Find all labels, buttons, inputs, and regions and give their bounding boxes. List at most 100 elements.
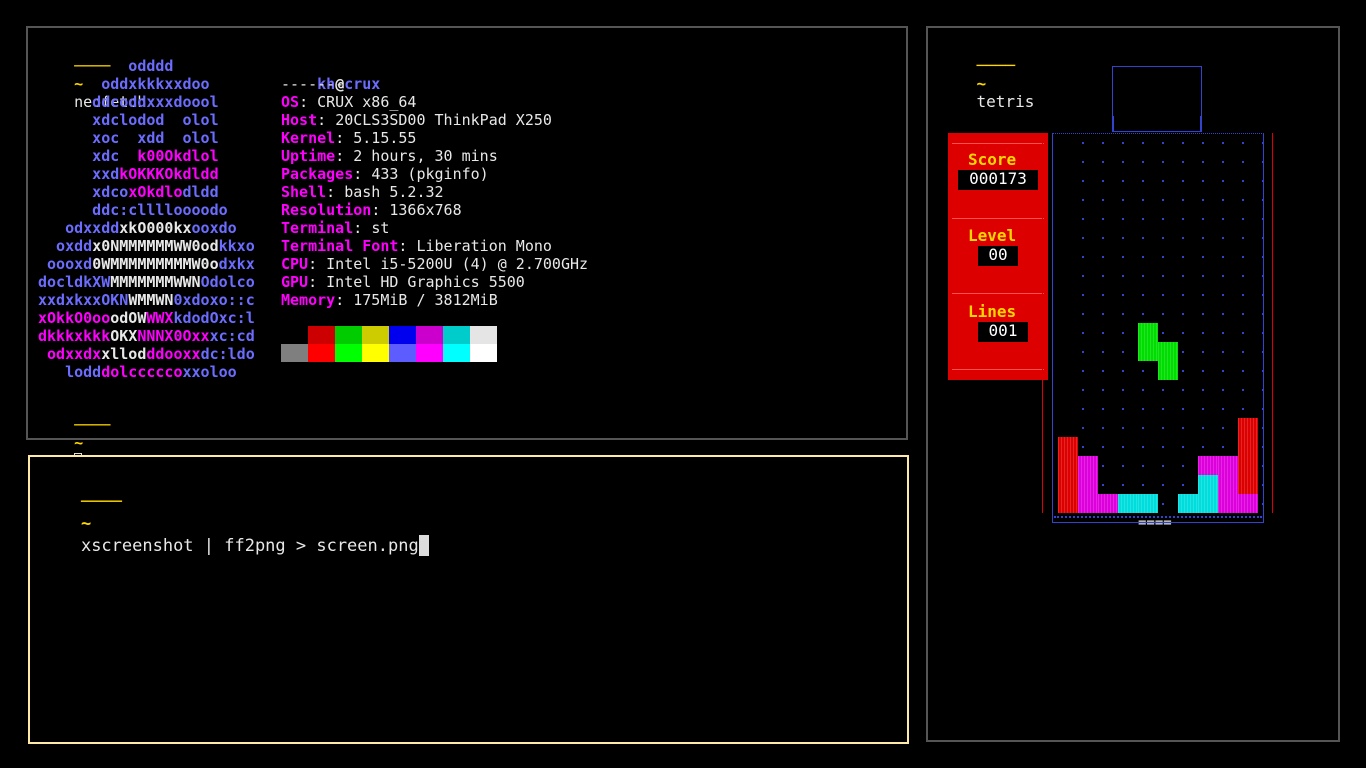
well-grid-dot — [1182, 275, 1184, 277]
info-value: CRUX x86_64 — [317, 93, 417, 111]
well-grid-dot — [1142, 256, 1144, 258]
logo-fragment: docldkXW — [38, 273, 111, 291]
well-grid-dot — [1082, 161, 1084, 163]
info-row: Host: 20CLS3SD00 ThinkPad X250 — [281, 111, 552, 129]
well-grid-dot — [1242, 332, 1244, 334]
logo-fragment: MMMMMMMWWN — [110, 273, 201, 291]
well-grid-dot — [1262, 275, 1264, 277]
logo-fragment: dldd — [182, 183, 219, 201]
well-grid-dot — [1162, 275, 1164, 277]
well-grid-dot — [1102, 199, 1104, 201]
well-grid-dot — [1082, 370, 1084, 372]
shell-terminal-window[interactable]: ──── ~ xscreenshot | ff2png > screen.png — [28, 455, 909, 744]
well-grid-dot — [1162, 465, 1164, 467]
info-value: 1366x768 — [389, 201, 462, 219]
well-grid-dot — [1262, 161, 1264, 163]
logo-fragment: xOkkO0oo — [38, 309, 111, 327]
logo-line: docldkXWMMMMMMMWWNOdolco — [38, 273, 255, 291]
logo-fragment: xoc xdd olol — [38, 129, 219, 147]
palette-swatch — [281, 344, 308, 362]
info-row: Terminal Font: Liberation Mono — [281, 237, 552, 255]
palette-swatch — [335, 344, 362, 362]
hostname: crux — [344, 75, 381, 93]
info-colon: : — [335, 129, 354, 147]
info-value: bash 5.2.32 — [344, 183, 444, 201]
well-grid-dot — [1122, 408, 1124, 410]
logo-line: xxdxkxxOKNWMMWN0xdoxo::c — [38, 291, 255, 309]
lines-value: 001 — [978, 322, 1028, 342]
well-grid-dot — [1222, 237, 1224, 239]
info-row: GPU: Intel HD Graphics 5500 — [281, 273, 525, 291]
neofetch-terminal-window[interactable]: ──── ~ neofetch odddd oddxkkkxxdoo ddcod… — [26, 26, 908, 469]
palette-swatch — [470, 326, 497, 344]
shell-prompt-line[interactable]: ──── ~ xscreenshot | ff2png > screen.png — [40, 469, 429, 556]
well-grid-dot — [1122, 351, 1124, 353]
logo-fragment: dkkkxkkk — [38, 327, 111, 345]
well-grid-dot — [1182, 446, 1184, 448]
locked-block — [1238, 494, 1258, 513]
well-grid-dot — [1102, 465, 1104, 467]
logo-line: xdclodod olol — [38, 111, 219, 129]
locked-block — [1098, 494, 1118, 513]
well-grid-dot — [1102, 218, 1104, 220]
well-grid-dot — [1122, 218, 1124, 220]
well-grid-dot — [1122, 370, 1124, 372]
text-cursor — [418, 535, 429, 556]
well-grid-dot — [1122, 180, 1124, 182]
well-grid-dot — [1142, 313, 1144, 315]
falling-piece-block — [1158, 342, 1178, 361]
logo-line: odxxdxxllodddooxxdc:ldo — [38, 345, 255, 363]
logo-fragment: dxkx — [218, 255, 255, 273]
well-grid-dot — [1142, 370, 1144, 372]
score-label: Score — [968, 150, 1017, 169]
info-colon: : — [353, 219, 372, 237]
logo-line: odddd — [38, 57, 173, 75]
well-grid-dot — [1102, 180, 1104, 182]
well-grid-dot — [1182, 332, 1184, 334]
well-grid-dot — [1262, 484, 1264, 486]
logo-line: dkkkxkkkOKXNNNX0Oxxxc:cd — [38, 327, 255, 345]
info-colon: : — [335, 147, 354, 165]
palette-swatch — [443, 326, 470, 344]
locked-block — [1238, 418, 1258, 437]
well-grid-dot — [1142, 446, 1144, 448]
locked-block — [1138, 494, 1158, 513]
score-panel: Score 000173 Level 00 Lines 001 — [948, 133, 1048, 380]
well-grid-dot — [1162, 332, 1164, 334]
well-grid-dot — [1202, 389, 1204, 391]
well-grid-dot — [1242, 370, 1244, 372]
well-grid-dot — [1102, 332, 1104, 334]
logo-fragment: kdodOxc:l — [173, 309, 255, 327]
well-grid-dot — [1102, 275, 1104, 277]
well-grid-dot — [1182, 389, 1184, 391]
well-grid-dot — [1082, 389, 1084, 391]
well-grid-dot — [1122, 465, 1124, 467]
info-key: OS — [281, 93, 300, 111]
logo-fragment: kOKKKOkdldd — [119, 165, 219, 183]
well-grid-dot — [1202, 408, 1204, 410]
well-grid-dot — [1082, 294, 1084, 296]
logo-line: xxdkOKKKOkdldd — [38, 165, 219, 183]
well-grid-dot — [1122, 313, 1124, 315]
well-grid-dot — [1202, 218, 1204, 220]
well-grid-dot — [1262, 256, 1264, 258]
info-value: 175MiB / 3812MiB — [353, 291, 498, 309]
well-grid-dot — [1122, 275, 1124, 277]
logo-fragment: 0WMMMMMMMMMW0o — [92, 255, 219, 273]
shell-command-input[interactable]: xscreenshot | ff2png > screen.png — [81, 536, 419, 556]
locked-block — [1218, 494, 1238, 513]
logo-fragment: k00Okdlol — [137, 147, 219, 165]
locked-block — [1198, 475, 1218, 494]
info-row: Uptime: 2 hours, 30 mins — [281, 147, 498, 165]
well-grid-dot — [1162, 427, 1164, 429]
well-grid-dot — [1262, 465, 1264, 467]
tetris-well[interactable] — [1052, 133, 1264, 523]
well-grid-dot — [1102, 446, 1104, 448]
level-value: 00 — [978, 246, 1018, 266]
logo-line: oxddx0NMMMMMMWW0odkkxo — [38, 237, 255, 255]
tetris-prompt-line: ──── ~ tetris — [938, 39, 1035, 111]
tetris-terminal-window[interactable]: ──── ~ tetris Score 000173 Level 00 Line… — [926, 26, 1340, 742]
well-grid-dot — [1122, 256, 1124, 258]
logo-fragment: xdclodod olol — [38, 111, 219, 129]
well-grid-dot — [1222, 256, 1224, 258]
